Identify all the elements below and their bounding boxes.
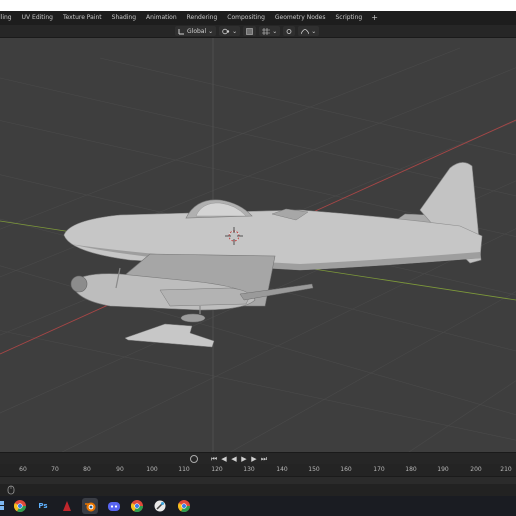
- frame-label: 180: [405, 466, 417, 473]
- play-icon[interactable]: ▶: [240, 454, 248, 464]
- play-reverse-icon[interactable]: ◀: [230, 454, 238, 464]
- blender-icon[interactable]: [82, 498, 98, 514]
- frame-label: 190: [437, 466, 449, 473]
- snap-toggle[interactable]: [243, 26, 257, 36]
- frame-label: 90: [116, 466, 124, 473]
- tab-texture-paint[interactable]: Texture Paint: [58, 11, 107, 25]
- engine-intake: [70, 275, 88, 293]
- frame-ruler[interactable]: 60 70 80 90 100 110 120 130 140 150 160 …: [0, 464, 516, 477]
- playback-controls: ⏮ ◀ ◀ ▶ ▶ ⏭: [190, 454, 268, 464]
- detached-part: [124, 323, 215, 348]
- jump-to-end-icon[interactable]: ⏭: [260, 454, 268, 464]
- frame-label: 110: [178, 466, 190, 473]
- jump-to-keyframe-icon[interactable]: ◀: [220, 454, 228, 464]
- tab-compositing[interactable]: Compositing: [222, 11, 270, 25]
- frame-label: 100: [146, 466, 158, 473]
- jump-to-start-icon[interactable]: ⏮: [210, 454, 218, 464]
- proportional-icon: [286, 28, 292, 34]
- frame-label: 160: [340, 466, 352, 473]
- falloff-dropdown[interactable]: ⌄: [298, 26, 320, 36]
- mouse-icon: [7, 485, 15, 495]
- chrome-icon-3[interactable]: [176, 498, 192, 514]
- airplane-model[interactable]: [63, 162, 483, 348]
- add-workspace-button[interactable]: +: [367, 11, 382, 25]
- tab-rendering[interactable]: Rendering: [182, 11, 223, 25]
- snap-icon: [246, 27, 254, 35]
- status-bar: [0, 484, 516, 496]
- orientation-icon: [178, 28, 184, 34]
- krita-icon[interactable]: [152, 498, 168, 514]
- frame-label: 120: [211, 466, 223, 473]
- window-top-strip: [0, 0, 516, 11]
- chrome-icon-2[interactable]: [129, 498, 145, 514]
- windows-icon[interactable]: [0, 501, 6, 511]
- frame-label: 140: [276, 466, 288, 473]
- photoshop-label: Ps: [38, 502, 48, 510]
- os-taskbar: Ps: [0, 496, 516, 516]
- discord-icon[interactable]: [106, 498, 122, 514]
- frame-label: 200: [470, 466, 482, 473]
- tab-scripting[interactable]: Scripting: [331, 11, 368, 25]
- red-app-icon[interactable]: [59, 498, 75, 514]
- tab-uv-editing[interactable]: UV Editing: [17, 11, 58, 25]
- chevron-down-icon: ⌄: [272, 27, 278, 35]
- snap-grid-icon: [262, 27, 271, 35]
- timeline[interactable]: 60 70 80 90 100 110 120 130 140 150 160 …: [0, 464, 516, 484]
- tab-shading[interactable]: Shading: [107, 11, 141, 25]
- chevron-down-icon: ⌄: [208, 27, 214, 35]
- chrome-icon[interactable]: [12, 498, 28, 514]
- frame-label: 80: [83, 466, 91, 473]
- frame-label: 210: [500, 466, 512, 473]
- snap-target-dropdown[interactable]: ⌄: [259, 26, 281, 36]
- frame-label: 130: [243, 466, 255, 473]
- frame-label: 70: [51, 466, 59, 473]
- viewport-canvas: [0, 38, 516, 452]
- wheel: [180, 313, 206, 323]
- frame-label: 60: [19, 466, 27, 473]
- transform-orientation-label: Global: [187, 27, 207, 35]
- chevron-down-icon: ⌄: [311, 27, 317, 35]
- pivot-point-dropdown[interactable]: ⌄: [219, 26, 241, 36]
- auto-keying-icon[interactable]: [190, 455, 198, 463]
- transform-orientation-dropdown[interactable]: Global ⌄: [175, 26, 217, 36]
- workspace-tab-bar: lling UV Editing Texture Paint Shading A…: [0, 11, 516, 25]
- falloff-curve-icon: [301, 28, 310, 34]
- 3d-viewport[interactable]: [0, 38, 516, 452]
- frame-label: 170: [373, 466, 385, 473]
- engine-nacelle-right: [159, 287, 251, 307]
- frame-label: 150: [308, 466, 320, 473]
- proportional-editing-toggle[interactable]: [283, 26, 296, 36]
- pivot-icon: [222, 28, 230, 34]
- tab-sculpting[interactable]: lling: [0, 11, 17, 25]
- tab-animation[interactable]: Animation: [141, 11, 182, 25]
- next-keyframe-icon[interactable]: ▶: [250, 454, 258, 464]
- tab-geometry-nodes[interactable]: Geometry Nodes: [270, 11, 331, 25]
- photoshop-icon[interactable]: Ps: [35, 498, 51, 514]
- viewport-header: Global ⌄ ⌄ ⌄ ⌄: [0, 25, 516, 38]
- header-tools: Global ⌄ ⌄ ⌄ ⌄: [175, 25, 320, 37]
- chevron-down-icon: ⌄: [232, 27, 238, 35]
